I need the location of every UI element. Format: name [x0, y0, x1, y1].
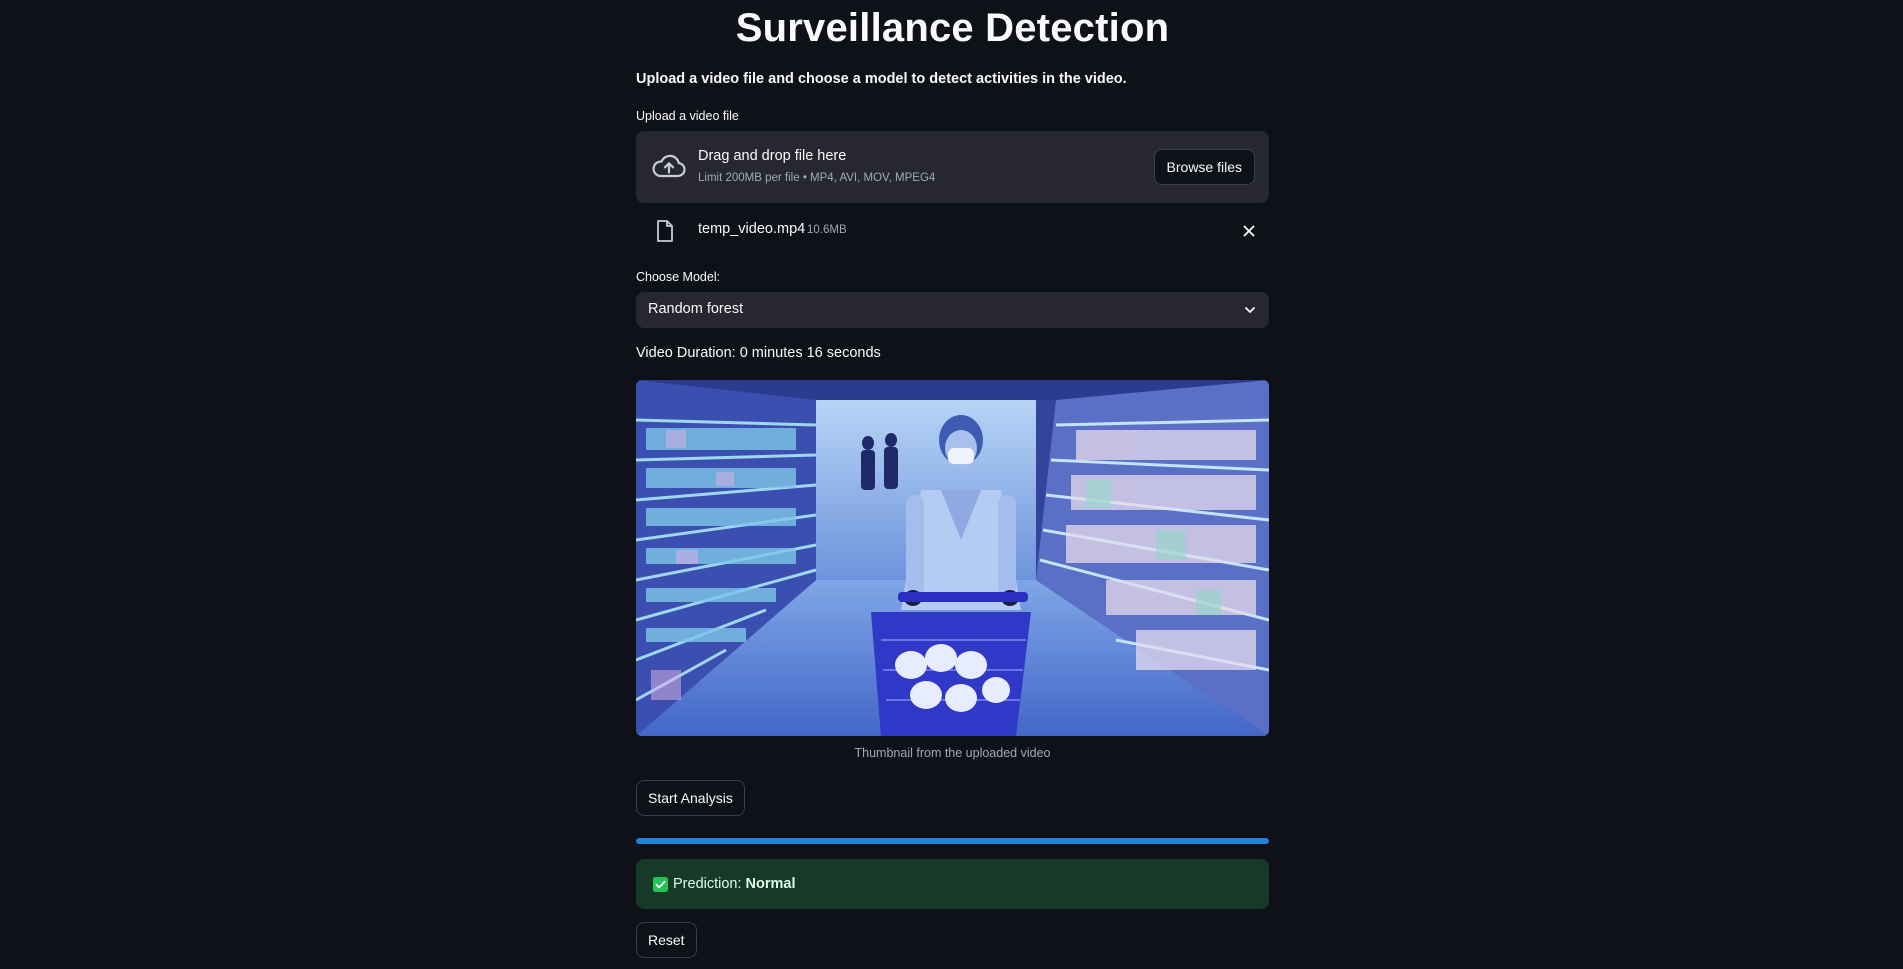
- video-duration: Video Duration: 0 minutes 16 seconds: [636, 345, 881, 361]
- upload-label: Upload a video file: [636, 109, 739, 123]
- dropzone-title: Drag and drop file here: [698, 148, 847, 164]
- model-select[interactable]: Random forest: [636, 292, 1269, 328]
- app-main: Surveillance Detection Upload a video fi…: [0, 0, 1903, 969]
- file-size: 10.6MB: [807, 224, 847, 236]
- page-subtitle: Upload a video file and choose a model t…: [636, 71, 1127, 87]
- video-thumbnail: [636, 380, 1269, 736]
- file-dropzone[interactable]: Drag and drop file here Limit 200MB per …: [636, 131, 1269, 203]
- reset-button[interactable]: Reset: [636, 922, 697, 958]
- prediction-alert: Prediction: Normal: [636, 859, 1269, 909]
- file-name: temp_video.mp4: [698, 221, 806, 237]
- prediction-text: Prediction: Normal: [673, 876, 796, 892]
- thumbnail-caption: Thumbnail from the uploaded video: [854, 746, 1051, 760]
- prediction-prefix: Prediction:: [673, 876, 746, 892]
- dropzone-limit: Limit 200MB per file • MP4, AVI, MOV, MP…: [698, 172, 936, 184]
- page-title: Surveillance Detection: [735, 6, 1170, 50]
- file-icon: [657, 220, 673, 242]
- progress-bar: [636, 838, 1269, 844]
- progress-bar-fill: [636, 838, 1269, 844]
- prediction-value: Normal: [745, 876, 796, 892]
- model-select-label: Choose Model:: [636, 270, 721, 284]
- uploaded-file-row: temp_video.mp4 10.6MB: [636, 214, 1269, 248]
- cloud-upload-icon: [652, 154, 686, 178]
- start-analysis-button[interactable]: Start Analysis: [636, 780, 745, 816]
- close-icon[interactable]: [1239, 221, 1259, 241]
- model-select-value: Random forest: [648, 301, 744, 317]
- supermarket-aisle-image: [636, 380, 1269, 736]
- browse-files-button[interactable]: Browse files: [1153, 149, 1255, 185]
- check-box-icon: [653, 877, 668, 892]
- chevron-down-icon: [1245, 307, 1255, 313]
